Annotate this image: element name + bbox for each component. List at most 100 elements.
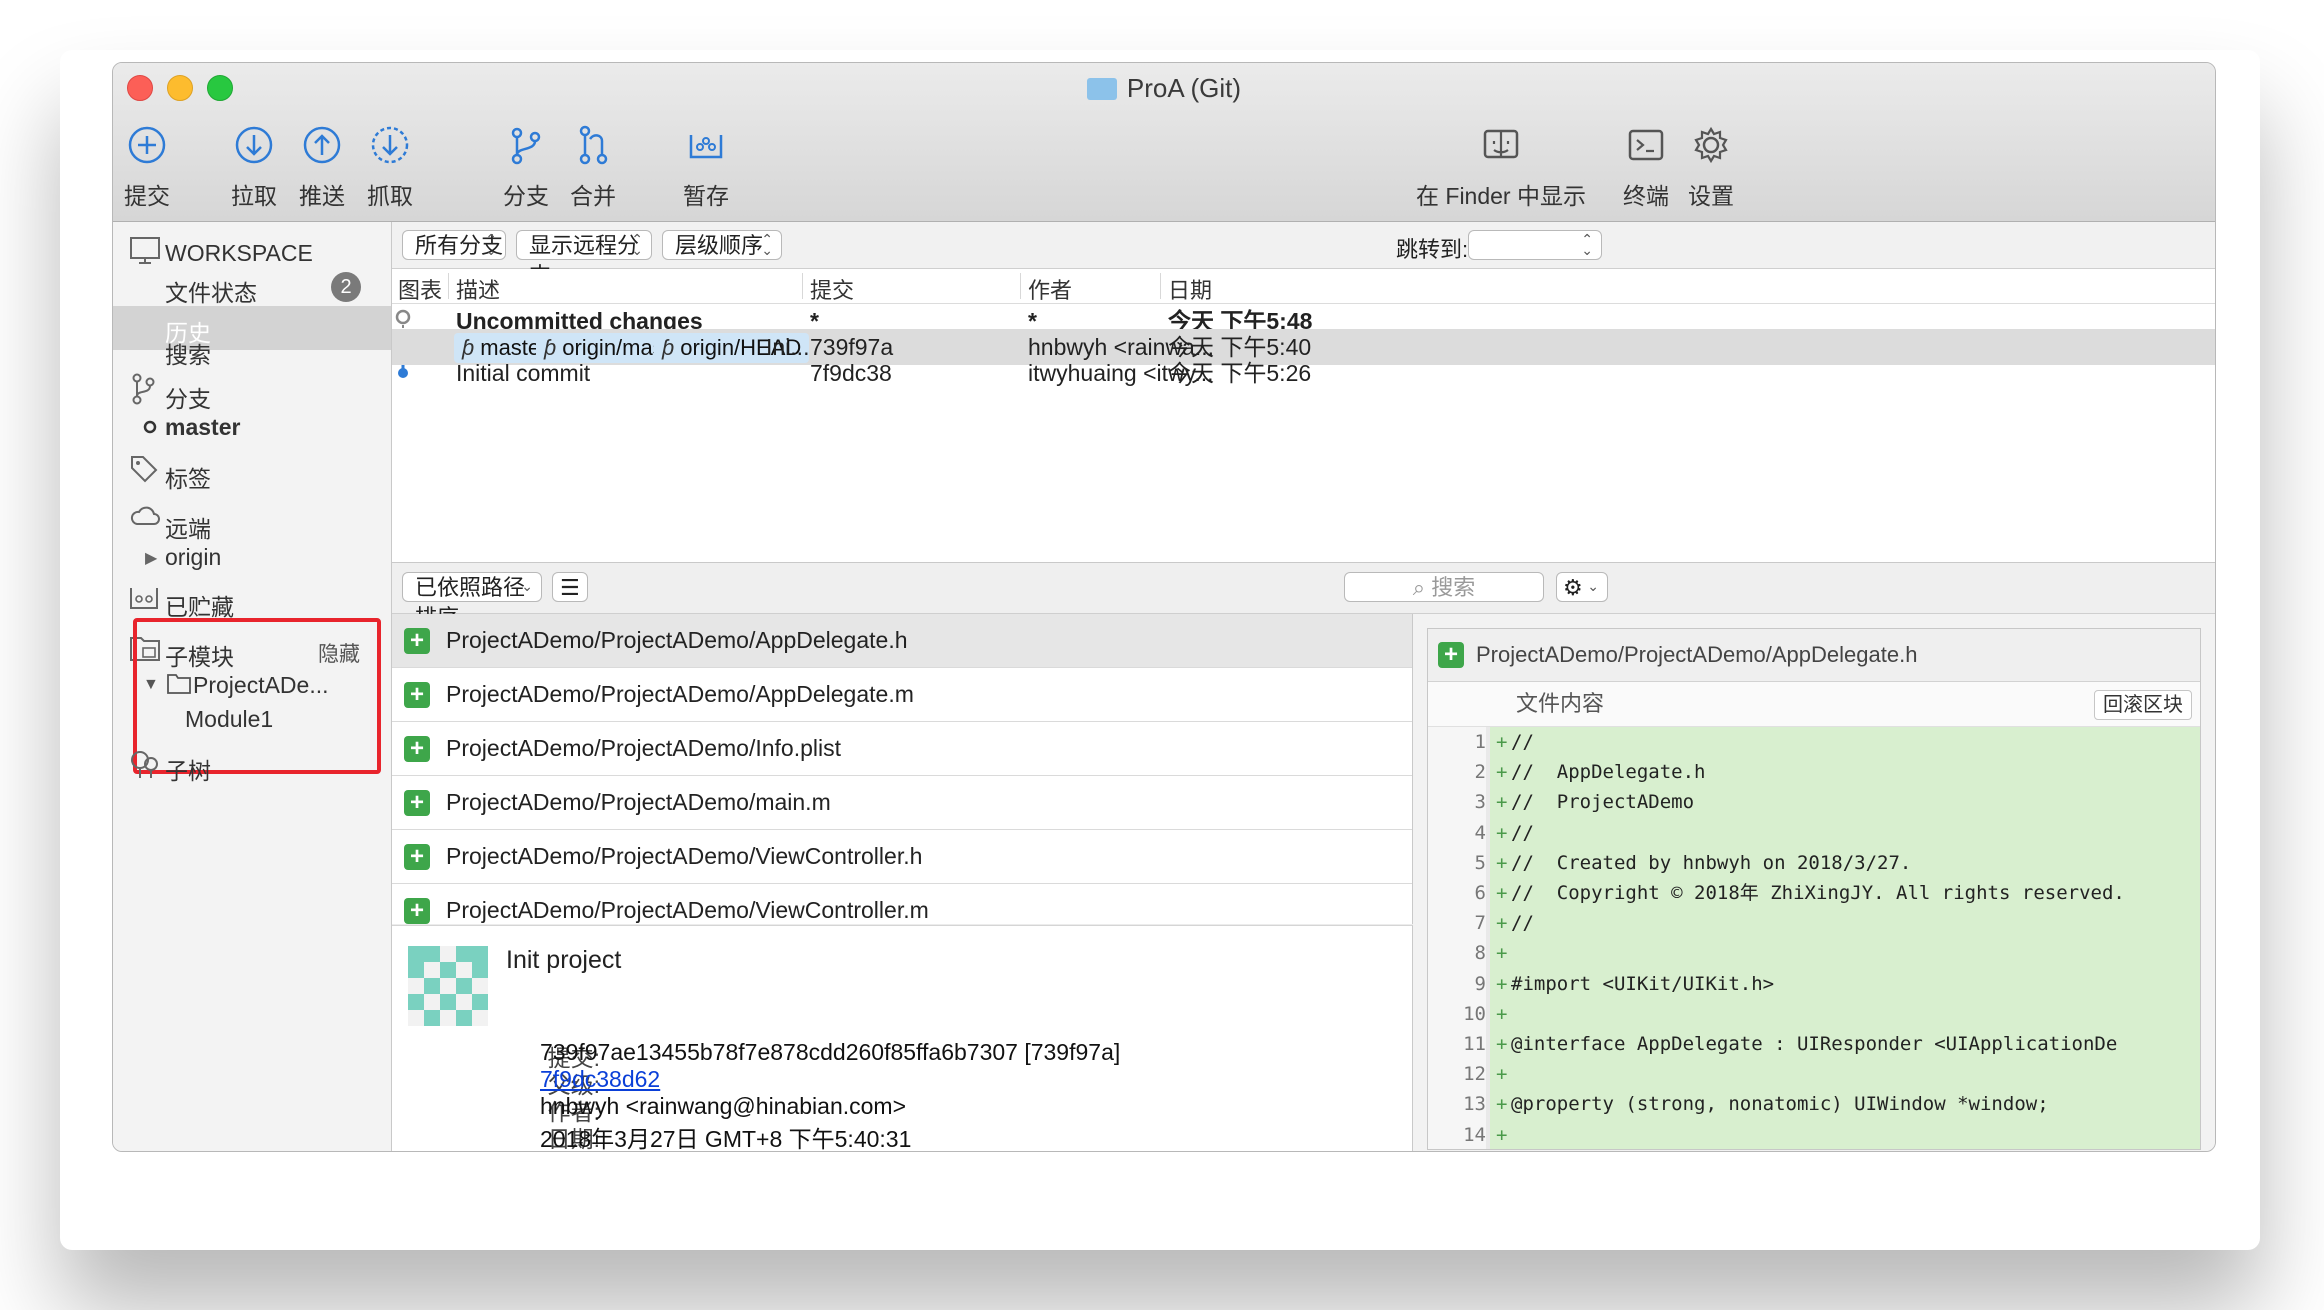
- pull-button[interactable]: 拉取: [226, 121, 282, 211]
- list-item[interactable]: + ProjectADemo/ProjectADemo/main.m: [392, 776, 1412, 830]
- finder-icon: [1477, 121, 1525, 169]
- column-description[interactable]: 描述: [456, 273, 500, 305]
- file-options-gear-button[interactable]: ⚙ ⌄: [1556, 572, 1608, 602]
- search-input[interactable]: ⌕ 搜索: [1344, 572, 1544, 602]
- author-value: hnbwyh <rainwang@hinabian.com>: [540, 1093, 907, 1119]
- added-marker: +: [1496, 942, 1508, 965]
- sidebar-item-origin[interactable]: origin: [165, 544, 221, 571]
- parent-link[interactable]: 7f9dc38d62: [540, 1066, 660, 1093]
- branch-icon: [129, 372, 157, 411]
- branches-filter-popup[interactable]: 所有分支 ⌃ ⌄: [402, 230, 506, 260]
- terminal-button[interactable]: 终端: [1618, 121, 1674, 211]
- added-marker: +: [1496, 731, 1508, 753]
- list-view-button[interactable]: ☰: [552, 572, 588, 602]
- diff-line[interactable]: 1 +//: [1428, 727, 2200, 758]
- line-code: // ProjectADemo: [1511, 791, 1695, 814]
- pull-label: 拉取: [231, 183, 277, 209]
- app-window: ProA (Git) 提交 拉取 推送 抓取 分支 合并 暂存 在 Finder…: [112, 62, 2216, 1152]
- sidebar-subtrees-header[interactable]: 子树: [165, 752, 211, 786]
- sidebar-stashes-header[interactable]: 已贮藏: [165, 588, 234, 622]
- sidebar-item-master[interactable]: master: [165, 414, 240, 441]
- history-table: 图表 描述 提交 作者 日期 Uncommitted changes * * 今…: [392, 269, 2215, 563]
- diff-line[interactable]: 8 +: [1428, 938, 2200, 969]
- fetch-label: 抓取: [367, 183, 413, 209]
- list-item[interactable]: + ProjectADemo/ProjectADemo/AppDelegate.m: [392, 668, 1412, 722]
- line-code: @property (strong, nonatomic) UIWindow *…: [1511, 1093, 2049, 1116]
- line-number: 5: [1428, 847, 1486, 878]
- diff-line[interactable]: 13 + @property (strong, nonatomic) UIWindo…: [1428, 1089, 2200, 1120]
- diff-lines: 1 +//2 +// AppDelegate.h 3 +// ProjectADemo 4…: [1428, 727, 2200, 1149]
- stash-icon: [682, 121, 730, 169]
- commit-label: 提交: [124, 183, 170, 209]
- list-item[interactable]: + ProjectADemo/ProjectADemo/AppDelegate.h: [392, 614, 1412, 668]
- push-button[interactable]: 推送: [294, 121, 350, 211]
- merge-button[interactable]: 合并: [565, 121, 621, 211]
- show-in-finder-button[interactable]: 在 Finder 中显示: [1406, 121, 1596, 211]
- branch-icon: [502, 121, 550, 169]
- toolbar: ProA (Git) 提交 拉取 推送 抓取 分支 合并 暂存 在 Finder…: [113, 63, 2215, 222]
- stash-label: 暂存: [683, 183, 729, 209]
- diff-line[interactable]: 10 +: [1428, 998, 2200, 1029]
- line-code: //: [1511, 912, 1534, 935]
- table-row[interactable]: Initial commit 7f9dc38 itwyhuaing <itwy.…: [392, 355, 2215, 391]
- added-file-icon: +: [404, 790, 430, 816]
- diff-pane: + ProjectADemo/ProjectADemo/AppDelegate.…: [1413, 614, 2215, 1151]
- revert-hunk-button[interactable]: 回滚区块: [2094, 690, 2192, 720]
- stash-button[interactable]: 暂存: [678, 121, 734, 211]
- added-marker: +: [1496, 791, 1508, 814]
- fetch-button[interactable]: 抓取: [362, 121, 418, 211]
- commit-button[interactable]: 提交: [119, 121, 175, 211]
- added-marker: +: [1496, 1123, 1508, 1146]
- diff-line[interactable]: 4 +//: [1428, 817, 2200, 848]
- sidebar-item-file-status[interactable]: 文件状态: [165, 274, 257, 308]
- diff-line[interactable]: 3 +// ProjectADemo: [1428, 787, 2200, 818]
- sort-by-path-popup[interactable]: 已依照路径排序⌄: [402, 572, 542, 630]
- line-number: 2: [1428, 757, 1486, 788]
- diff-line[interactable]: 7 +//: [1428, 908, 2200, 939]
- arrow-down-circle-icon: [230, 121, 278, 169]
- added-marker: +: [1496, 1033, 1508, 1055]
- jump-to-popup[interactable]: ⌃ ⌄: [1468, 230, 1602, 260]
- remote-branches-popup[interactable]: 显示远程分支⌃⌄: [516, 230, 652, 288]
- diff-line[interactable]: 12 +: [1428, 1059, 2200, 1090]
- added-marker: +: [1496, 851, 1508, 874]
- diff-line[interactable]: 2 +// AppDelegate.h: [1428, 757, 2200, 788]
- diff-line[interactable]: 14 +: [1428, 1119, 2200, 1149]
- sidebar-tags-header[interactable]: 标签: [165, 460, 211, 494]
- added-file-icon: +: [404, 898, 430, 924]
- added-file-icon: +: [404, 682, 430, 708]
- list-item[interactable]: + ProjectADemo/ProjectADemo/ViewControlle…: [392, 884, 1412, 924]
- line-code: @interface AppDelegate : UIResponder <UI…: [1511, 1033, 2118, 1055]
- sidebar-remotes-header[interactable]: 远端: [165, 510, 211, 544]
- branch-label: 分支: [503, 183, 549, 209]
- avatar: [408, 946, 488, 1026]
- merge-icon: [569, 121, 617, 169]
- chevron-down-icon: ⌄: [521, 578, 533, 594]
- list-item[interactable]: + ProjectADemo/ProjectADemo/ViewControlle…: [392, 830, 1412, 884]
- diff-line[interactable]: 11 + @interface AppDelegate : UIResponder …: [1428, 1029, 2200, 1060]
- line-number: 6: [1428, 878, 1486, 909]
- diff-line[interactable]: 5 +// Created by hnbwyh on 2018/3/27.: [1428, 847, 2200, 878]
- list-item[interactable]: + ProjectADemo/ProjectADemo/Info.plist: [392, 722, 1412, 776]
- disclosure-triangle-icon[interactable]: ▶: [145, 548, 157, 568]
- settings-button[interactable]: 设置: [1683, 121, 1739, 211]
- column-commit[interactable]: 提交: [810, 273, 854, 305]
- diff-line[interactable]: 6 +// Copyright © 2018年 ZhiXingJY. All ri…: [1428, 878, 2200, 909]
- sidebar-item-search[interactable]: 搜索: [165, 336, 211, 370]
- merge-label: 合并: [570, 183, 616, 209]
- column-date[interactable]: 日期: [1168, 273, 1212, 305]
- order-popup[interactable]: 层级顺序 ⌃ ⌄: [662, 230, 782, 260]
- branch-button[interactable]: 分支: [498, 121, 554, 211]
- added-marker: +: [1496, 972, 1508, 995]
- line-number: 11: [1428, 1029, 1486, 1060]
- added-file-icon: +: [404, 628, 430, 654]
- diff-line[interactable]: 9 + #import <UIKit/UIKit.h>: [1428, 968, 2200, 999]
- column-graph[interactable]: 图表: [398, 273, 442, 305]
- line-number: 10: [1428, 998, 1486, 1029]
- line-code: #import <UIKit/UIKit.h>: [1511, 972, 1775, 995]
- sidebar-selected-highlight: [113, 306, 391, 350]
- commit-hash-value: 739f97ae13455b78f7e878cdd260f85ffa6b7307…: [540, 1039, 1121, 1065]
- column-author[interactable]: 作者: [1028, 273, 1072, 305]
- added-marker: +: [1496, 912, 1508, 935]
- sidebar-branches-header[interactable]: 分支: [165, 380, 211, 414]
